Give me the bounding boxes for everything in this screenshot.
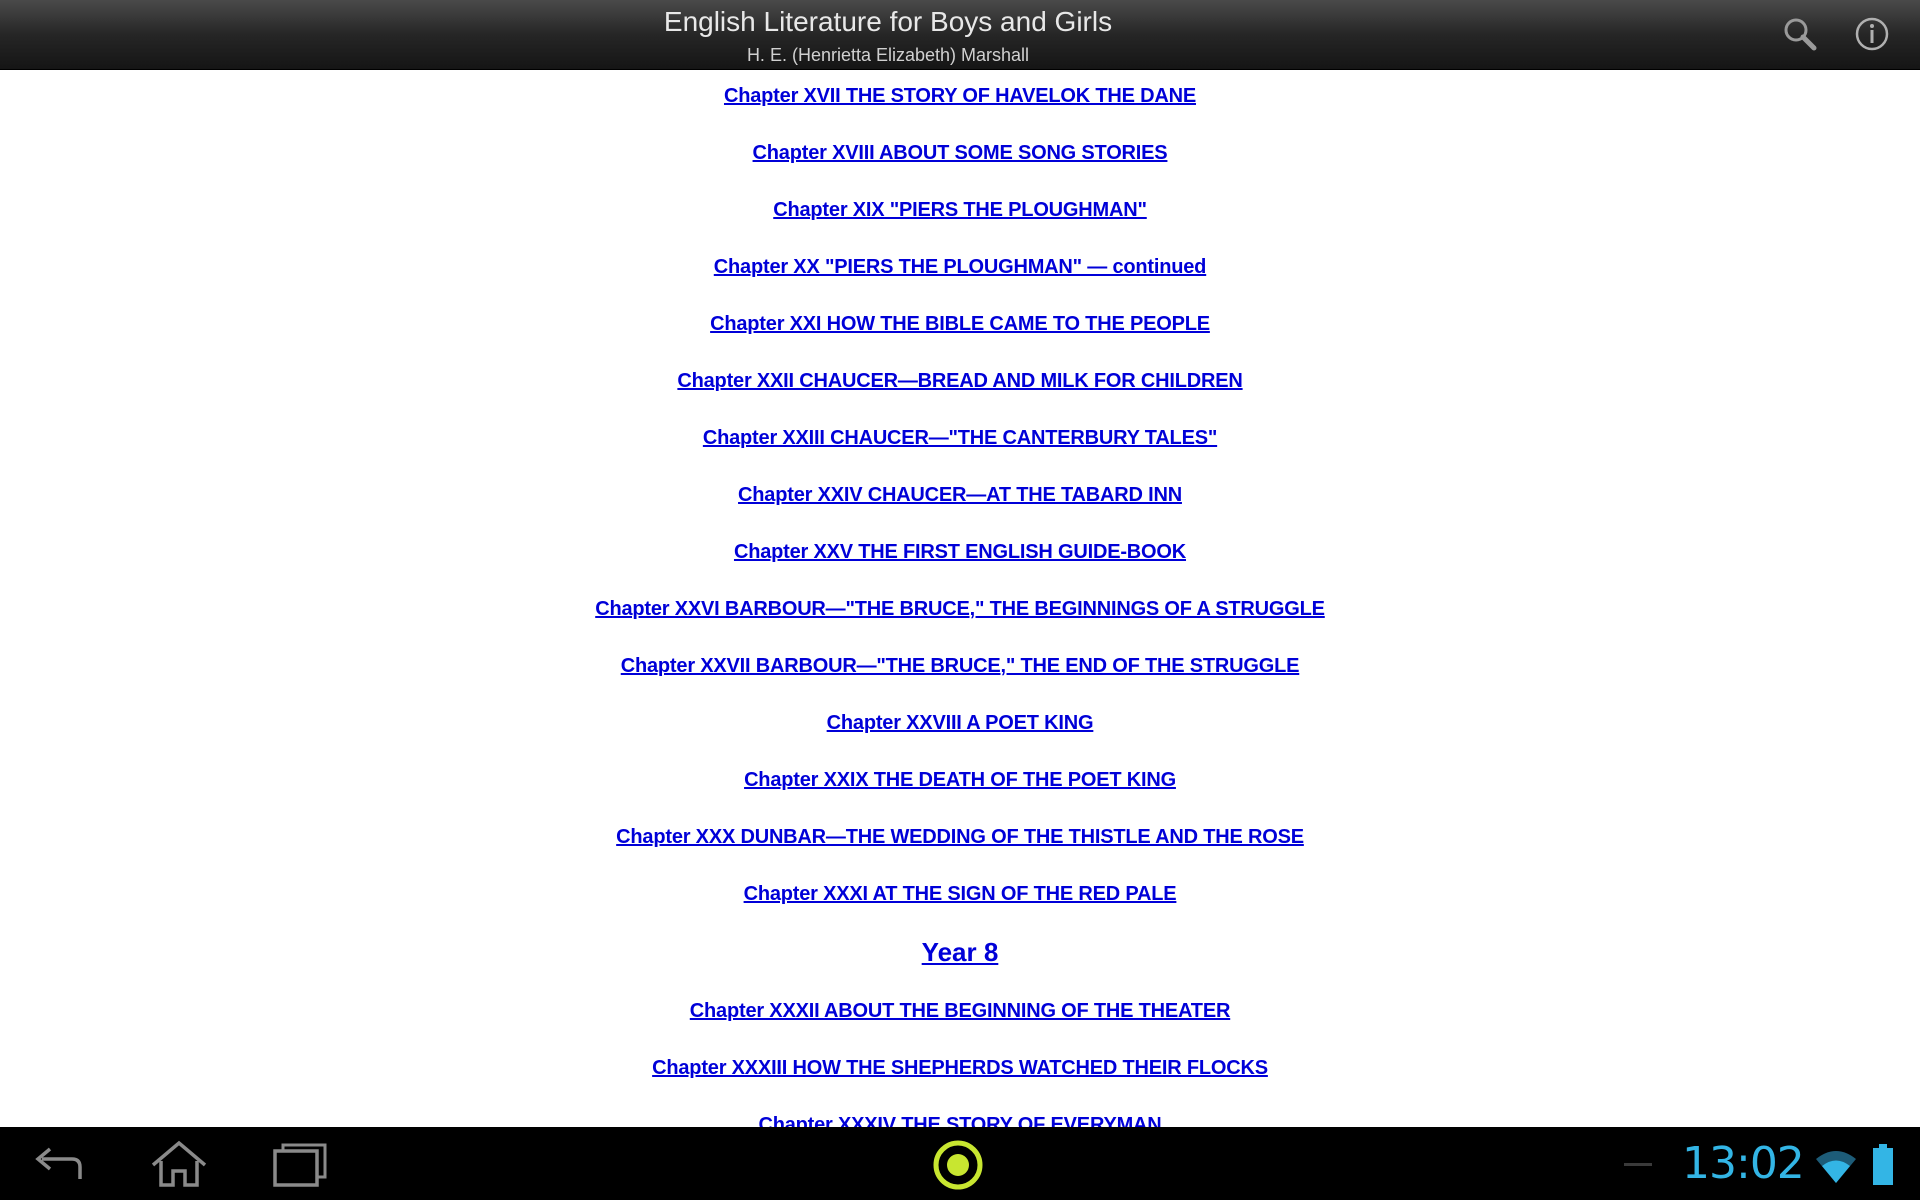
list-item: Chapter XXI HOW THE BIBLE CAME TO THE PE…	[0, 298, 1920, 355]
chapter-link[interactable]: Chapter XXVIII A POET KING	[0, 712, 1920, 735]
home-button[interactable]	[139, 1137, 219, 1191]
recent-apps-button[interactable]	[259, 1137, 339, 1191]
wifi-icon	[1816, 1151, 1856, 1183]
list-item: Chapter XXXIV THE STORY OF EVERYMAN	[0, 1099, 1920, 1127]
list-item: Chapter XXX DUNBAR—THE WEDDING OF THE TH…	[0, 811, 1920, 868]
list-item: Chapter XXXIII HOW THE SHEPHERDS WATCHED…	[0, 1042, 1920, 1099]
chapter-link[interactable]: Chapter XVIII ABOUT SOME SONG STORIES	[0, 142, 1920, 165]
list-item: Chapter XXIX THE DEATH OF THE POET KING	[0, 754, 1920, 811]
list-item: Chapter XXIV CHAUCER—AT THE TABARD INN	[0, 469, 1920, 526]
list-item: Chapter XIX "PIERS THE PLOUGHMAN"	[0, 184, 1920, 241]
home-icon	[151, 1140, 207, 1187]
info-icon	[1855, 17, 1889, 51]
chapter-link[interactable]: Chapter XVII THE STORY OF HAVELOK THE DA…	[0, 85, 1920, 108]
table-of-contents: Chapter XVII THE STORY OF HAVELOK THE DA…	[0, 70, 1920, 1127]
app-subtitle: H. E. (Henrietta Elizabeth) Marshall	[746, 45, 1030, 65]
action-bar: English Literature for Boys and Girls H.…	[0, 0, 1920, 70]
list-item: Chapter XXXI AT THE SIGN OF THE RED PALE	[0, 868, 1920, 925]
chapter-link[interactable]: Chapter XXXIII HOW THE SHEPHERDS WATCHED…	[0, 1057, 1920, 1080]
search-button[interactable]	[1780, 14, 1820, 54]
list-item: Chapter XVII THE STORY OF HAVELOK THE DA…	[0, 70, 1920, 127]
chapter-link[interactable]: Chapter XXIII CHAUCER—"THE CANTERBURY TA…	[0, 427, 1920, 450]
list-item: Chapter XVIII ABOUT SOME SONG STORIES	[0, 127, 1920, 184]
chapter-link[interactable]: Chapter XXVI BARBOUR—"THE BRUCE," THE BE…	[0, 598, 1920, 621]
chapter-link[interactable]: Chapter XXIV CHAUCER—AT THE TABARD INN	[0, 484, 1920, 507]
list-item: Chapter XXVI BARBOUR—"THE BRUCE," THE BE…	[0, 583, 1920, 640]
list-item: Chapter XXVIII A POET KING	[0, 697, 1920, 754]
chapter-link[interactable]: Chapter XXXIV THE STORY OF EVERYMAN	[0, 1114, 1920, 1127]
list-item: Chapter XXXII ABOUT THE BEGINNING OF THE…	[0, 985, 1920, 1042]
list-item: Chapter XX "PIERS THE PLOUGHMAN" — conti…	[0, 241, 1920, 298]
list-item: Chapter XXII CHAUCER—BREAD AND MILK FOR …	[0, 355, 1920, 412]
chapter-link[interactable]: Chapter XXXI AT THE SIGN OF THE RED PALE	[0, 883, 1920, 906]
app-launcher-button[interactable]	[931, 1138, 985, 1192]
chapter-link[interactable]: Chapter XXVII BARBOUR—"THE BRUCE," THE E…	[0, 655, 1920, 678]
section-link[interactable]: Year 8	[0, 937, 1920, 968]
back-button[interactable]	[20, 1137, 100, 1191]
list-item: Chapter XXVII BARBOUR—"THE BRUCE," THE E…	[0, 640, 1920, 697]
chapter-link[interactable]: Chapter XXX DUNBAR—THE WEDDING OF THE TH…	[0, 826, 1920, 849]
chapter-link[interactable]: Chapter XIX "PIERS THE PLOUGHMAN"	[0, 199, 1920, 222]
chapter-link[interactable]: Chapter XXIX THE DEATH OF THE POET KING	[0, 769, 1920, 792]
clock[interactable]: 13:02	[1682, 1137, 1805, 1191]
battery-icon	[1873, 1144, 1893, 1185]
recent-apps-icon	[273, 1143, 327, 1187]
book-contents[interactable]: Chapter XVII THE STORY OF HAVELOK THE DA…	[0, 70, 1920, 1127]
list-item: Chapter XXV THE FIRST ENGLISH GUIDE-BOOK	[0, 526, 1920, 583]
app-launcher-icon	[933, 1140, 983, 1190]
app-title: English Literature for Boys and Girls	[663, 6, 1113, 37]
back-icon	[35, 1147, 82, 1179]
list-item: Chapter XXIII CHAUCER—"THE CANTERBURY TA…	[0, 412, 1920, 469]
section-heading: Year 8	[0, 925, 1920, 985]
chapter-link[interactable]: Chapter XXII CHAUCER—BREAD AND MILK FOR …	[0, 370, 1920, 393]
chapter-link[interactable]: Chapter XXI HOW THE BIBLE CAME TO THE PE…	[0, 313, 1920, 336]
chapter-link[interactable]: Chapter XXV THE FIRST ENGLISH GUIDE-BOOK	[0, 541, 1920, 564]
title-block: English Literature for Boys and Girls H.…	[0, 0, 1776, 69]
info-button[interactable]	[1852, 14, 1892, 54]
chapter-link[interactable]: Chapter XX "PIERS THE PLOUGHMAN" — conti…	[0, 256, 1920, 279]
system-navigation-bar: 13:02	[0, 1127, 1920, 1200]
chapter-link[interactable]: Chapter XXXII ABOUT THE BEGINNING OF THE…	[0, 1000, 1920, 1023]
notification-dash-icon	[1624, 1163, 1652, 1166]
search-icon	[1784, 18, 1817, 51]
